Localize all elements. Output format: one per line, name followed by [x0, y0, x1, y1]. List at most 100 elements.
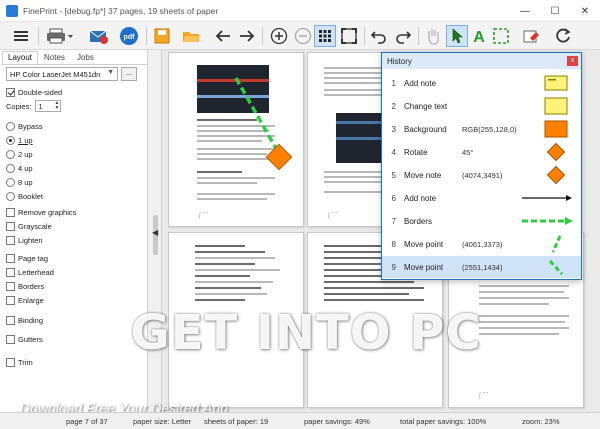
- layout-option-label: 4 up: [18, 163, 33, 173]
- select-arrow-icon[interactable]: [446, 25, 468, 47]
- text-tool-icon[interactable]: A: [468, 25, 490, 47]
- history-row[interactable]: 6 Add note: [382, 187, 581, 209]
- history-row-action: Move point: [404, 239, 444, 249]
- layout-option-bypass[interactable]: Bypass: [6, 120, 43, 132]
- checkbox-label: Lighten: [18, 235, 43, 245]
- printer-row: HP Color LaserJet M451dn ▼ ...: [6, 67, 137, 81]
- history-row-action: Move note: [404, 170, 442, 180]
- orange-note[interactable]: [265, 143, 293, 171]
- yellow-note-preview-icon: [537, 97, 575, 115]
- history-row-value: (4074,3491): [462, 170, 503, 180]
- history-row[interactable]: 1 Add note: [382, 72, 581, 94]
- double-sided-checkbox[interactable]: [6, 87, 15, 97]
- print-icon[interactable]: [44, 25, 76, 47]
- radio-booklet[interactable]: [6, 191, 15, 201]
- history-close-button[interactable]: x: [567, 56, 578, 66]
- open-folder-icon[interactable]: [180, 25, 202, 47]
- history-row[interactable]: 7 Borders: [382, 210, 581, 232]
- maximize-button[interactable]: ☐: [540, 0, 570, 22]
- page-footer-mark: ∫ ˘ ˘: [479, 393, 488, 399]
- radio-1up[interactable]: [6, 135, 15, 145]
- printer-properties-button[interactable]: ...: [121, 67, 137, 81]
- page-tag-checkbox[interactable]: [6, 253, 15, 263]
- history-row-number: 2: [391, 101, 396, 111]
- minimize-button[interactable]: —: [510, 0, 540, 22]
- redo-icon[interactable]: [392, 25, 414, 47]
- arrow-preview-icon: [519, 190, 575, 206]
- grayscale-option[interactable]: Grayscale: [6, 220, 52, 232]
- history-row-value: (2551,1434): [462, 262, 503, 272]
- history-row-action: Rotate: [404, 147, 428, 157]
- history-row-action: Add note: [404, 78, 437, 88]
- tab-jobs[interactable]: Jobs: [71, 51, 100, 64]
- page-footer-mark: ∫ ˘ ˘: [328, 213, 337, 219]
- green-dashed-arrow[interactable]: [234, 77, 280, 153]
- lighten-option[interactable]: Lighten: [6, 234, 43, 246]
- copies-label: Copies:: [6, 101, 32, 111]
- watermark-title: GET INTO PC: [130, 305, 482, 361]
- layout-option-4up[interactable]: 4 up: [6, 162, 33, 174]
- history-titlebar: History x: [382, 53, 581, 69]
- history-row-selected[interactable]: 9 Move point (2551,1434): [382, 256, 581, 278]
- grayscale-checkbox[interactable]: [6, 221, 15, 231]
- spinner-arrows-icon[interactable]: ▲ ▼: [54, 101, 59, 111]
- chevron-down-icon: ▼: [107, 69, 114, 76]
- page-tag-option[interactable]: Page tag: [6, 252, 48, 264]
- radio-2up[interactable]: [6, 149, 15, 159]
- history-row[interactable]: 3 Background RGB(255,128,0): [382, 118, 581, 140]
- remove-graphics-option[interactable]: Remove graphics: [6, 206, 76, 218]
- copies-input[interactable]: 1 ▲ ▼: [35, 100, 62, 112]
- letterhead-option[interactable]: Letterhead: [6, 266, 54, 278]
- enlarge-checkbox[interactable]: [6, 295, 15, 305]
- title-bar: FinePrint - [debug.fp*] 37 pages, 19 she…: [0, 0, 600, 22]
- refresh-icon[interactable]: [552, 25, 574, 47]
- letterhead-checkbox[interactable]: [6, 267, 15, 277]
- hand-tool-icon[interactable]: [422, 25, 444, 47]
- zoom-in-icon[interactable]: [268, 25, 290, 47]
- annotation-overlay: [234, 77, 293, 171]
- pdf-icon[interactable]: pdf: [118, 25, 140, 47]
- menu-icon[interactable]: [10, 25, 32, 47]
- layout-option-label: Bypass: [18, 121, 43, 131]
- back-arrow-icon[interactable]: [212, 25, 234, 47]
- close-button[interactable]: ✕: [570, 0, 600, 22]
- zoom-out-icon[interactable]: [292, 25, 314, 47]
- history-row[interactable]: 8 Move point (4061,3373): [382, 233, 581, 255]
- history-row[interactable]: 5 Move note (4074,3491): [382, 164, 581, 186]
- radio-4up[interactable]: [6, 163, 15, 173]
- fit-page-icon[interactable]: [338, 25, 360, 47]
- radio-bypass[interactable]: [6, 121, 15, 131]
- tab-layout[interactable]: Layout: [2, 51, 39, 64]
- grid-view-icon[interactable]: [314, 25, 336, 47]
- printer-select[interactable]: HP Color LaserJet M451dn ▼: [6, 67, 118, 81]
- collapse-arrow-icon[interactable]: ◀: [152, 228, 158, 237]
- save-icon[interactable]: [151, 25, 173, 47]
- history-row[interactable]: 2 Change text: [382, 95, 581, 117]
- double-sided-option[interactable]: Double-sided: [6, 86, 62, 98]
- svg-text:A: A: [473, 29, 485, 45]
- lighten-checkbox[interactable]: [6, 235, 15, 245]
- undo-icon[interactable]: [368, 25, 390, 47]
- eraser-icon[interactable]: [520, 25, 542, 47]
- history-row[interactable]: 4 Rotate 45°: [382, 141, 581, 163]
- printer-name: HP Color LaserJet M451dn: [10, 70, 101, 79]
- borders-option[interactable]: Borders: [6, 280, 44, 292]
- forward-arrow-icon[interactable]: [236, 25, 258, 47]
- yellow-note-preview-icon: [537, 75, 575, 91]
- history-row-action: Background: [404, 124, 447, 134]
- layout-option-2up[interactable]: 2 up: [6, 148, 33, 160]
- radio-8up[interactable]: [6, 177, 15, 187]
- tab-notes[interactable]: Notes: [38, 51, 71, 64]
- layout-option-booklet[interactable]: Booklet: [6, 190, 43, 202]
- layout-option-1up[interactable]: 1 up: [6, 134, 33, 146]
- layout-option-8up[interactable]: 8 up: [6, 176, 33, 188]
- history-row-number: 5: [391, 170, 396, 180]
- history-row-value: RGB(255,128,0): [462, 124, 517, 134]
- email-icon[interactable]: [88, 25, 110, 47]
- rotated-note-preview-icon: [537, 142, 575, 162]
- borders-checkbox[interactable]: [6, 281, 15, 291]
- rectangle-tool-icon[interactable]: [490, 25, 512, 47]
- remove-graphics-checkbox[interactable]: [6, 207, 15, 217]
- status-paper-size: paper size: Letter: [133, 417, 191, 426]
- history-dialog: History x 1 Add note 2 Change text 3 Bac…: [381, 52, 582, 280]
